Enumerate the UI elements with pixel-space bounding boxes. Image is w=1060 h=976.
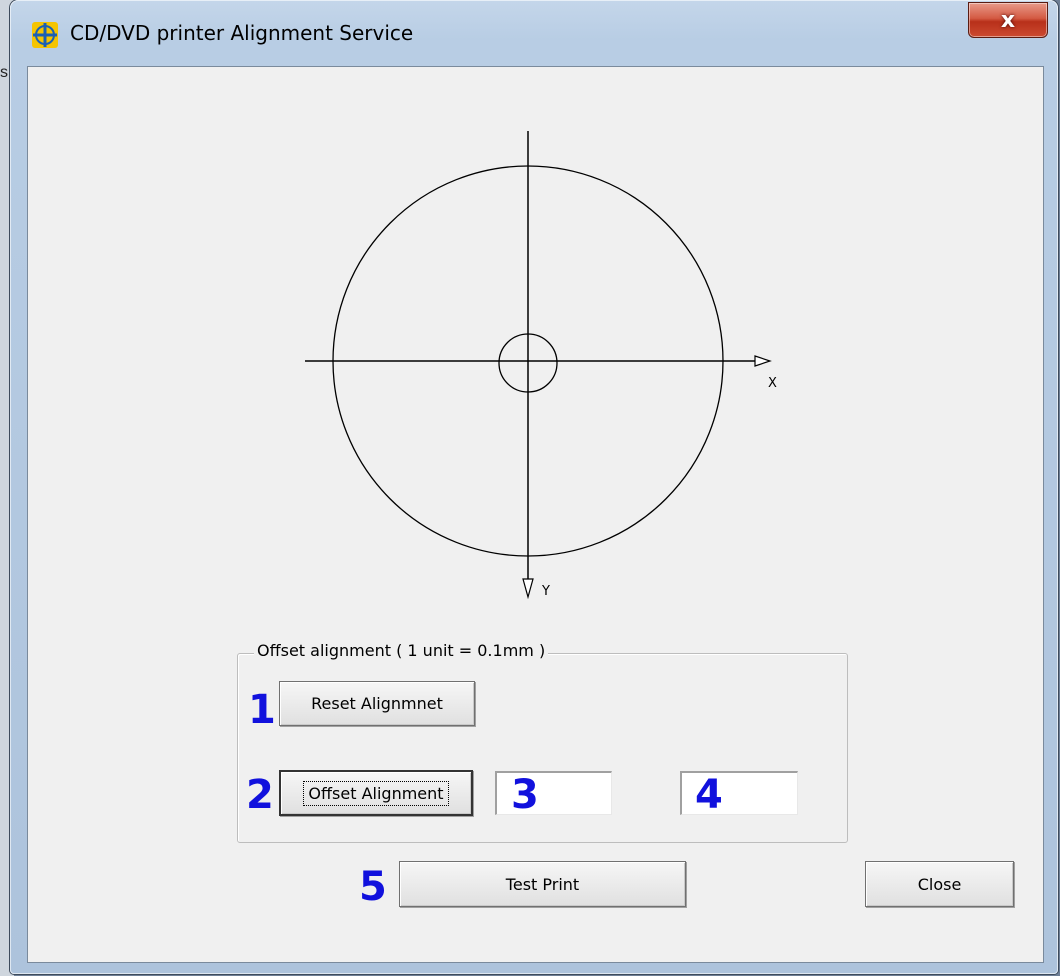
y-axis-arrow <box>522 578 534 600</box>
y-axis-label: Y <box>541 584 550 599</box>
offset-alignment-button[interactable]: Offset Alignment <box>279 770 473 816</box>
background-text: s <box>0 64 8 81</box>
reset-alignment-button[interactable]: Reset Alignmnet <box>279 681 475 726</box>
x-axis-label: X <box>768 376 777 391</box>
window-close-button[interactable]: x <box>968 2 1048 38</box>
dialog-client-area: X Y Offset alignment ( 1 unit = 0.1mm ) … <box>27 66 1044 963</box>
alignment-cross-icon <box>32 22 58 48</box>
annotation-4: 4 <box>695 772 723 818</box>
x-axis-arrow <box>754 355 772 367</box>
disc-alignment-diagram: X Y <box>305 131 777 600</box>
alignment-dialog: CD/DVD printer Alignment Service x X Y O… <box>10 0 1058 974</box>
annotation-5: 5 <box>359 864 387 910</box>
close-button[interactable]: Close <box>865 861 1014 907</box>
close-icon: x <box>1000 7 1016 33</box>
title-bar[interactable]: CD/DVD printer Alignment Service x <box>10 0 1058 66</box>
annotation-3: 3 <box>511 772 539 818</box>
test-print-button[interactable]: Test Print <box>399 861 686 907</box>
offset-group-label: Offset alignment ( 1 unit = 0.1mm ) <box>254 641 549 660</box>
offset-alignment-label: Offset Alignment <box>303 780 449 806</box>
annotation-2: 2 <box>246 772 274 818</box>
annotation-1: 1 <box>248 687 276 733</box>
window-title: CD/DVD printer Alignment Service <box>70 21 414 45</box>
